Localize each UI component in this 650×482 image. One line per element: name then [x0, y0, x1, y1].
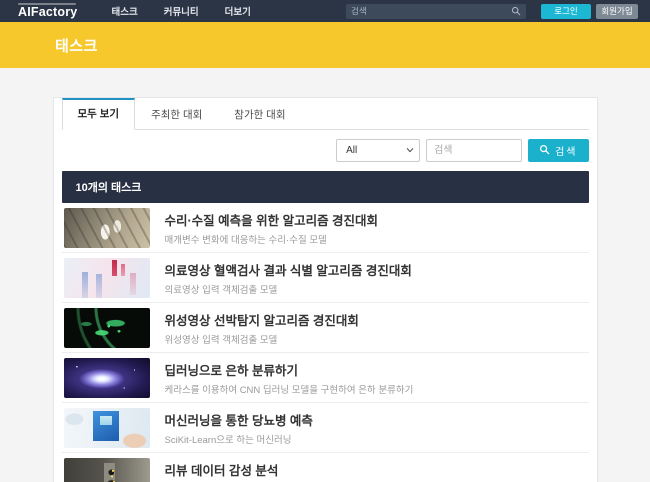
- task-row[interactable]: 딥러닝으로 은하 분류하기 케라스를 이용하여 CNN 딥러닝 모델을 구현하여…: [62, 353, 589, 403]
- task-title[interactable]: 리뷰 데이터 감성 분석: [165, 460, 287, 479]
- task-list: 수리·수질 예측을 위한 알고리즘 경진대회 매개변수 변화에 대응하는 수리·…: [62, 203, 589, 482]
- tab-all[interactable]: 모두 보기: [62, 98, 136, 130]
- list-search-input[interactable]: [426, 139, 522, 162]
- task-subtitle: 매개변수 변화에 대응하는 수리·수질 모델: [165, 232, 379, 246]
- task-subtitle: 의료영상 입력 객체검출 모델: [165, 282, 412, 296]
- task-count-header: 10개의 태스크: [62, 171, 589, 203]
- top-navbar: AIFactory 태스크 커뮤니티 더보기 로그인 회원가입: [0, 0, 650, 22]
- task-thumbnail-galaxy: [64, 358, 150, 398]
- task-row[interactable]: 리뷰 데이터 감성 분석 데이터로 읽는 소비자의 속마음: [62, 453, 589, 482]
- list-search-button[interactable]: 검색: [528, 139, 588, 162]
- navbar-search-input[interactable]: [351, 6, 511, 16]
- page-header: 태스크: [0, 22, 650, 68]
- task-thumbnail-blood-tubes: [64, 258, 150, 298]
- task-thumbnail-glucose-meter: [64, 408, 150, 448]
- task-text: 리뷰 데이터 감성 분석 데이터로 읽는 소비자의 속마음: [165, 460, 287, 482]
- logo-text: AIFactory: [18, 6, 77, 19]
- task-title[interactable]: 의료영상 혈액검사 결과 식별 알고리즘 경진대회: [165, 260, 412, 279]
- task-row[interactable]: 머신러닝을 통한 당뇨병 예측 SciKit-Learn으로 하는 머신러닝: [62, 403, 589, 453]
- nav-item-more[interactable]: 더보기: [225, 4, 251, 18]
- signup-button[interactable]: 회원가입: [596, 4, 638, 19]
- task-subtitle: 위성영상 입력 객체검출 모델: [165, 332, 359, 346]
- task-subtitle: 케라스를 이용하여 CNN 딥러닝 모델을 구현하여 은하 분류하기: [165, 382, 414, 396]
- nav-item-community[interactable]: 커뮤니티: [164, 4, 199, 18]
- filter-row: All 검색: [62, 139, 589, 162]
- search-icon[interactable]: [511, 6, 521, 16]
- nav-item-tasks[interactable]: 태스크: [111, 4, 137, 18]
- task-title[interactable]: 머신러닝을 통한 당뇨병 예측: [165, 410, 313, 429]
- task-thumbnail-review-person: [64, 458, 150, 482]
- task-title[interactable]: 위성영상 선박탐지 알고리즘 경진대회: [165, 310, 359, 329]
- task-text: 위성영상 선박탐지 알고리즘 경진대회 위성영상 입력 객체검출 모델: [165, 310, 359, 346]
- tab-hosted[interactable]: 주최한 대회: [135, 98, 218, 130]
- navbar-right: 로그인 회원가입: [346, 4, 638, 19]
- tab-bar: 모두 보기 주최한 대회 참가한 대회: [62, 98, 589, 130]
- login-button[interactable]: 로그인: [541, 4, 591, 19]
- task-title[interactable]: 수리·수질 예측을 위한 알고리즘 경진대회: [165, 210, 379, 229]
- nav-menu: 태스크 커뮤니티 더보기: [111, 4, 250, 18]
- task-text: 딥러닝으로 은하 분류하기 케라스를 이용하여 CNN 딥러닝 모델을 구현하여…: [165, 360, 414, 396]
- task-thumbnail-satellite-radar: [64, 308, 150, 348]
- page-title: 태스크: [55, 35, 98, 56]
- task-text: 머신러닝을 통한 당뇨병 예측 SciKit-Learn으로 하는 머신러닝: [165, 410, 313, 446]
- category-select-wrap: All: [336, 139, 420, 162]
- task-text: 수리·수질 예측을 위한 알고리즘 경진대회 매개변수 변화에 대응하는 수리·…: [165, 210, 379, 246]
- task-thumbnail-water-workers: [64, 208, 150, 248]
- task-title[interactable]: 딥러닝으로 은하 분류하기: [165, 360, 414, 379]
- task-row[interactable]: 위성영상 선박탐지 알고리즘 경진대회 위성영상 입력 객체검출 모델: [62, 303, 589, 353]
- task-subtitle: SciKit-Learn으로 하는 머신러닝: [165, 432, 313, 446]
- search-button-label: 검색: [555, 143, 577, 158]
- task-row[interactable]: 의료영상 혈액검사 결과 식별 알고리즘 경진대회 의료영상 입력 객체검출 모…: [62, 253, 589, 303]
- logo[interactable]: AIFactory: [18, 3, 77, 19]
- search-icon: [539, 144, 550, 158]
- category-select[interactable]: All: [336, 139, 420, 162]
- task-row[interactable]: 수리·수질 예측을 위한 알고리즘 경진대회 매개변수 변화에 대응하는 수리·…: [62, 203, 589, 253]
- task-text: 의료영상 혈액검사 결과 식별 알고리즘 경진대회 의료영상 입력 객체검출 모…: [165, 260, 412, 296]
- tab-joined[interactable]: 참가한 대회: [218, 98, 301, 130]
- navbar-search-box: [346, 4, 526, 19]
- content-card: 모두 보기 주최한 대회 참가한 대회 All 검색 10개의 태스크 수리·수…: [53, 97, 598, 482]
